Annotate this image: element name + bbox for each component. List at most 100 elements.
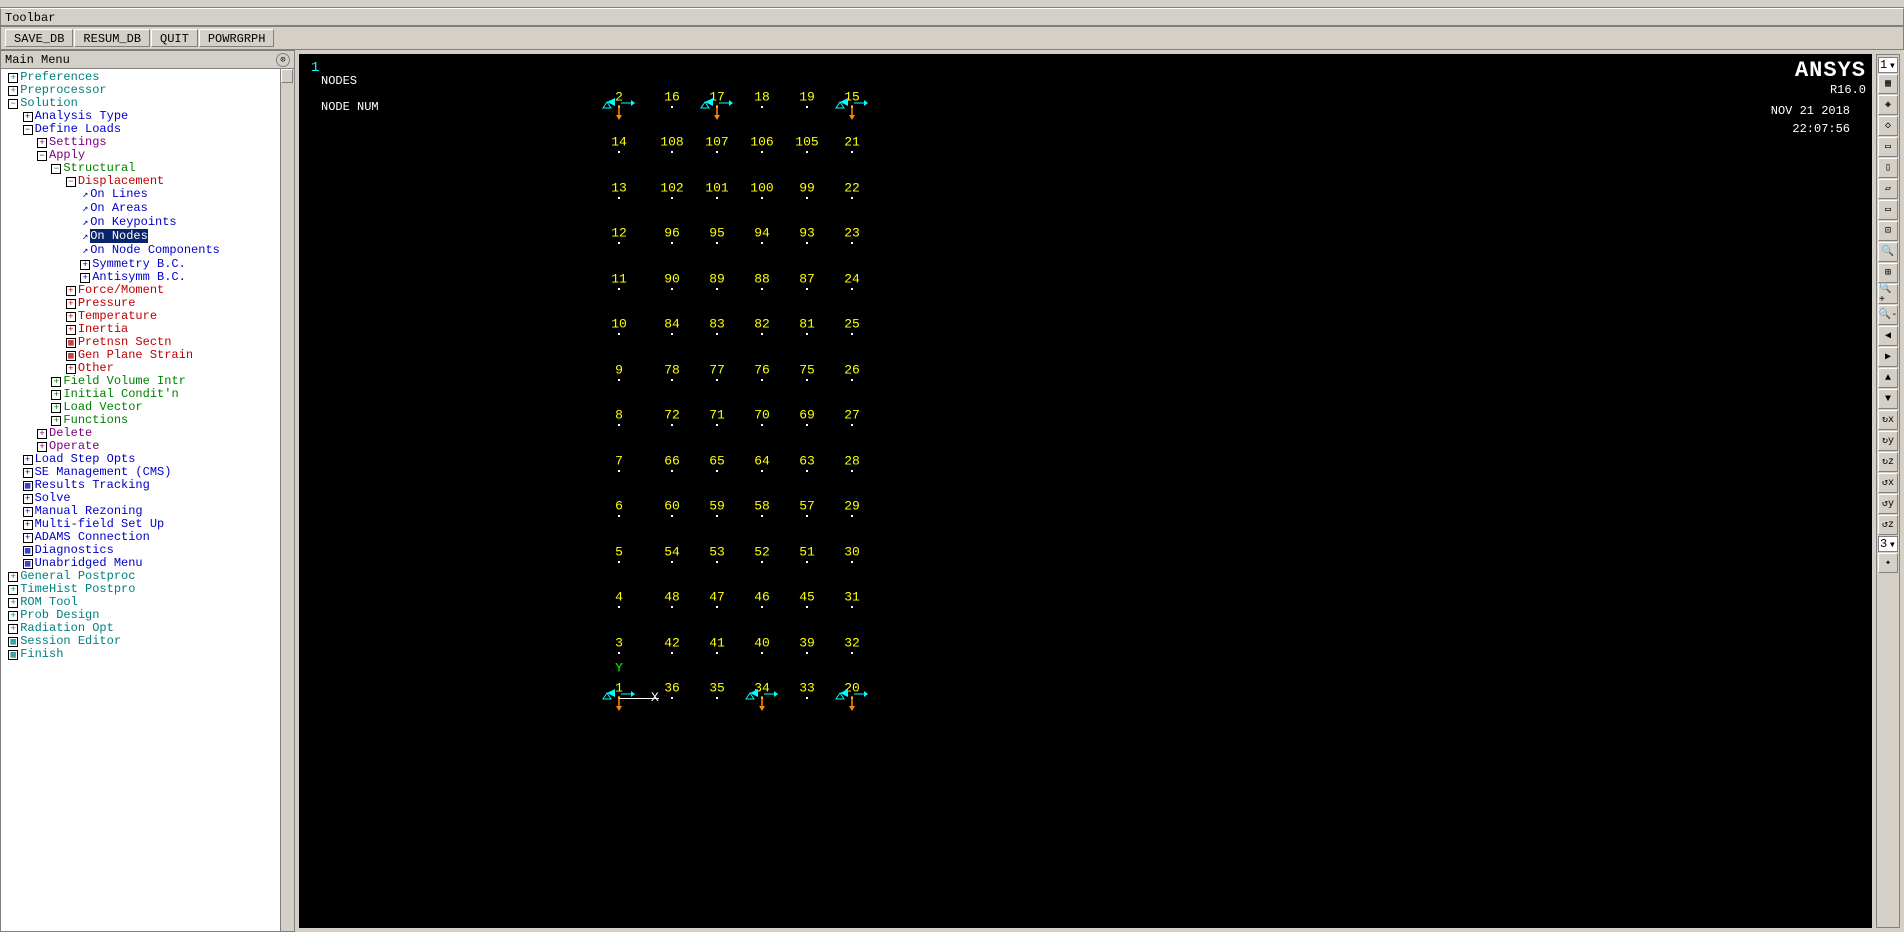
expand-icon[interactable]: + (23, 507, 33, 517)
right-view-icon[interactable]: ▯ (1878, 158, 1898, 178)
rotate-neg-y-icon[interactable]: ↺y (1878, 494, 1898, 514)
pan-down-icon[interactable]: ▼ (1878, 389, 1898, 409)
node-dot (806, 379, 808, 381)
expand-icon[interactable]: + (23, 112, 33, 122)
expand-icon[interactable]: + (23, 455, 33, 465)
pan-up-icon[interactable]: ▲ (1878, 368, 1898, 388)
expand-icon[interactable]: + (66, 299, 76, 309)
expand-icon[interactable]: + (8, 611, 18, 621)
node-label: 57 (799, 499, 815, 514)
rate-select[interactable]: 3▾ (1878, 536, 1898, 552)
resum-db-button[interactable]: RESUM_DB (74, 29, 150, 47)
tree-item[interactable]: +Settings (1, 136, 294, 149)
top-view-icon[interactable]: ▱ (1878, 179, 1898, 199)
version-text: R16.0 (1795, 83, 1866, 97)
node-dot (761, 606, 763, 608)
tree-item[interactable]: −Define Loads (1, 123, 294, 136)
node-dot (618, 424, 620, 426)
rotate-neg-z-icon[interactable]: ↺z (1878, 515, 1898, 535)
tree-label: Functions (63, 413, 128, 427)
expand-icon[interactable]: + (51, 403, 61, 413)
node-label: 93 (799, 226, 815, 241)
tree-item[interactable]: ↗On Lines (1, 188, 294, 202)
node-label: 87 (799, 272, 815, 287)
iso-view-icon[interactable]: ◈ (1878, 95, 1898, 115)
node-label: 40 (754, 636, 770, 651)
tree-item[interactable]: ↗On Node Components (1, 244, 294, 258)
rotate-neg-x-icon[interactable]: ↺x (1878, 473, 1898, 493)
tree-item[interactable]: +Functions (1, 414, 294, 427)
expand-icon[interactable]: + (23, 468, 33, 478)
expand-icon[interactable]: + (8, 86, 18, 96)
node-dot (806, 333, 808, 335)
rotate-y-icon[interactable]: ↻y (1878, 431, 1898, 451)
expand-icon[interactable]: + (23, 533, 33, 543)
pan-left-icon[interactable]: ◀ (1878, 326, 1898, 346)
plot-nodenum-label: NODE NUM (321, 100, 379, 114)
expand-icon[interactable]: + (8, 73, 18, 83)
form-icon: ▦ (23, 559, 33, 569)
expand-icon[interactable]: + (66, 312, 76, 322)
front-view-icon[interactable]: ▭ (1878, 137, 1898, 157)
expand-icon[interactable]: + (51, 390, 61, 400)
tree-item[interactable]: ▦Finish (1, 648, 294, 661)
rotate-x-icon[interactable]: ↻x (1878, 410, 1898, 430)
tree-item[interactable]: ↗On Keypoints (1, 216, 294, 230)
expand-icon[interactable]: + (66, 325, 76, 335)
node-dot (671, 470, 673, 472)
expand-icon[interactable]: + (8, 598, 18, 608)
tree-scrollbar[interactable] (280, 69, 294, 931)
right-toolbar: 1▾ ▦ ◈ ◇ ▭ ▯ ▱ ▭ ⊡ 🔍 ⊞ 🔍+ 🔍- ◀ ▶ ▲ ▼ ↻x … (1876, 54, 1900, 928)
expand-icon[interactable]: + (80, 260, 90, 270)
zoom-win-icon[interactable]: ⊞ (1878, 263, 1898, 283)
graphics-canvas[interactable]: 1 NODES NODE NUM ANSYS R16.0 NOV 21 2018… (299, 54, 1872, 928)
node-dot (761, 288, 763, 290)
expand-icon[interactable]: + (66, 286, 76, 296)
rotate-z-icon[interactable]: ↻z (1878, 452, 1898, 472)
zoom-box-icon[interactable]: 🔍 (1878, 242, 1898, 262)
window-layout-icon[interactable]: ▦ (1878, 74, 1898, 94)
tree-label: Displacement (78, 174, 164, 188)
tree-label: Session Editor (20, 634, 121, 648)
constraint-marker (601, 90, 637, 124)
expand-icon[interactable]: − (66, 177, 76, 187)
expand-icon[interactable]: − (23, 125, 33, 135)
dynamic-mode-icon[interactable]: ✦ (1878, 553, 1898, 573)
expand-icon[interactable]: + (37, 442, 47, 452)
node-label: 13 (611, 181, 627, 196)
collapse-icon[interactable]: ⊙ (276, 53, 290, 67)
pan-right-icon[interactable]: ▶ (1878, 347, 1898, 367)
scroll-thumb[interactable] (281, 69, 293, 83)
back-view-icon[interactable]: ▭ (1878, 200, 1898, 220)
node-label: 33 (799, 681, 815, 696)
expand-icon[interactable]: + (66, 364, 76, 374)
tree-item[interactable]: ↗On Areas (1, 202, 294, 216)
expand-icon[interactable]: − (51, 164, 61, 174)
node-dot (618, 379, 620, 381)
expand-icon[interactable]: + (80, 273, 90, 283)
node-dot (671, 333, 673, 335)
zoom-in-icon[interactable]: 🔍+ (1878, 284, 1898, 304)
expand-icon[interactable]: + (8, 624, 18, 634)
expand-icon[interactable]: + (8, 572, 18, 582)
expand-icon[interactable]: + (23, 494, 33, 504)
tree-item[interactable]: +Delete (1, 427, 294, 440)
quit-button[interactable]: QUIT (151, 29, 198, 47)
expand-icon[interactable]: + (37, 138, 47, 148)
expand-icon[interactable]: + (23, 520, 33, 530)
oblique-view-icon[interactable]: ◇ (1878, 116, 1898, 136)
tree-item[interactable]: ↗On Nodes (1, 230, 294, 244)
zoom-out-icon[interactable]: 🔍- (1878, 305, 1898, 325)
powrgrph-button[interactable]: POWRGRPH (199, 29, 275, 47)
expand-icon[interactable]: + (8, 585, 18, 595)
expand-icon[interactable]: − (8, 99, 18, 109)
expand-icon[interactable]: + (51, 416, 61, 426)
save-db-button[interactable]: SAVE_DB (5, 29, 73, 47)
node-dot (761, 561, 763, 563)
viewport-select-top[interactable]: 1▾ (1878, 57, 1898, 73)
zoom-fit-icon[interactable]: ⊡ (1878, 221, 1898, 241)
expand-icon[interactable]: + (37, 429, 47, 439)
expand-icon[interactable]: + (51, 377, 61, 387)
node-label: 70 (754, 408, 770, 423)
expand-icon[interactable]: − (37, 151, 47, 161)
